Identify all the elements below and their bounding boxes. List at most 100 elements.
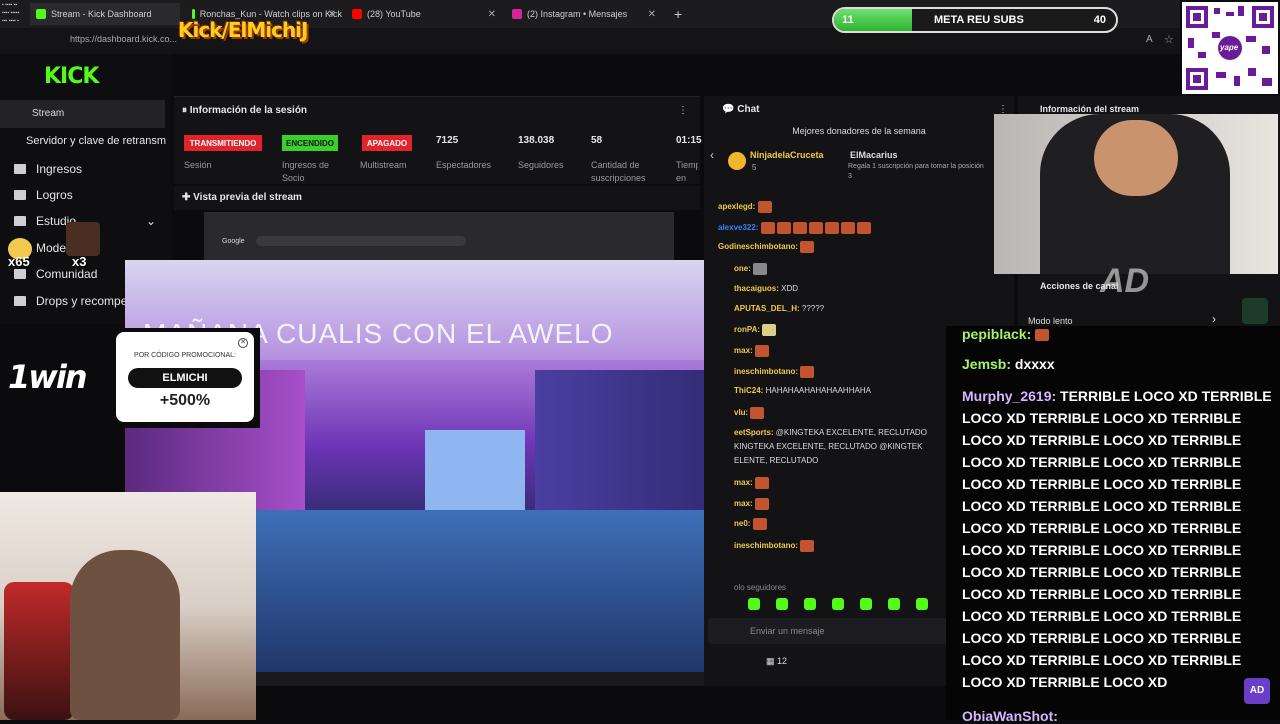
tab-youtube[interactable]: (28) YouTube ✕ [346, 3, 502, 25]
overlay-chat-line: ObiaWanShot: [962, 708, 1058, 724]
chevron-right-icon[interactable]: › [1212, 312, 1216, 326]
close-icon[interactable]: ✕ [488, 9, 496, 20]
subs-goal-label: META REU SUBS [934, 14, 1024, 26]
emote-icon[interactable] [832, 598, 844, 610]
instagram-icon [512, 9, 522, 19]
sidebar-item-ingresos[interactable]: Ingresos [14, 162, 82, 176]
emote-icon [776, 222, 791, 234]
emote-icon[interactable] [860, 598, 872, 610]
qr-caption: yape [1220, 43, 1239, 52]
sidebar-item-drops[interactable]: Drops y recompe [14, 294, 127, 308]
tab-instagram[interactable]: (2) Instagram • Mensajes ✕ [506, 3, 662, 25]
overlay-chat-line: Murphy_2619: TERRIBLE LOCO XD TERRIBLE [962, 388, 1272, 404]
emote-icon [753, 263, 768, 275]
status-label-socio: Ingresos de Socio [282, 160, 330, 183]
overlay-chat-line: LOCO XD TERRIBLE LOCO XD TERRIBLE [962, 608, 1242, 624]
preview-google-logo: Google [222, 238, 245, 245]
gift-icon [14, 296, 26, 306]
chat-line: ronPA: [734, 324, 778, 336]
trophy-icon [14, 190, 26, 200]
sidebar-item-stream-key[interactable]: Servidor y clave de retransm [26, 135, 166, 147]
streamer-webcam [0, 492, 256, 720]
overlay-chat-line: LOCO XD TERRIBLE LOCO XD TERRIBLE [962, 586, 1242, 602]
promo-bonus: +500% [159, 392, 211, 409]
overlay-chat-line: LOCO XD TERRIBLE LOCO XD TERRIBLE [962, 542, 1242, 558]
subs-goal-start: 11 [842, 14, 854, 26]
tab-kick-dashboard[interactable]: Stream - Kick Dashboard [30, 3, 180, 25]
overlay-chat-line: Jemsb: dxxxx [962, 356, 1055, 372]
chat-line: ne0: [734, 518, 769, 530]
preview-browser-frame: Google [204, 212, 674, 260]
emote-icon [760, 222, 775, 234]
donor-2-name: ElMacarius [850, 150, 898, 160]
sidebar-item-comunidad[interactable]: Comunidad [14, 267, 97, 281]
overlay-chat-line: LOCO XD TERRIBLE LOCO XD TERRIBLE [962, 564, 1242, 580]
emote-icon[interactable] [804, 598, 816, 610]
emote-icon [750, 407, 765, 419]
channel-actions-title: Acciones de canal [1040, 281, 1119, 291]
overlay-chat-line: LOCO XD TERRIBLE LOCO XD TERRIBLE [962, 454, 1242, 470]
chat-line: eetSports: @KINGTEKA EXCELENTE, RECLUTAD… [734, 428, 927, 437]
guest-face [1094, 120, 1178, 196]
chat-line: Godineschimbotano: [718, 241, 816, 253]
sidebar-item-logros[interactable]: Logros [14, 188, 73, 202]
emote-icon [1035, 329, 1050, 342]
stat-time-value: 01:15 [676, 135, 702, 146]
status-badge-session: TRANSMITIENDO [184, 135, 262, 151]
chevron-down-icon[interactable]: ⌄ [146, 214, 156, 228]
promo-code: ELMICHI [128, 368, 242, 388]
overlay-chat-line: LOCO XD TERRIBLE LOCO XD TERRIBLE [962, 630, 1242, 646]
youtube-icon [352, 9, 362, 19]
overlay-chat-line: LOCO XD TERRIBLE LOCO XD [962, 674, 1168, 690]
kick-icon [36, 9, 46, 19]
stat-subs-value: 58 [591, 135, 603, 146]
status-badge-multistream: APAGADO [362, 135, 412, 151]
stat-followers-label: Seguidores [518, 160, 564, 170]
channel-banner: Kick/ElMichiJ [178, 18, 308, 42]
emote-icon[interactable] [888, 598, 900, 610]
close-icon[interactable]: ✕ [648, 9, 656, 20]
gaming-chair [4, 582, 74, 720]
session-info-panel: ⏸ Información de la sesión ⋮ TRANSMITIEN… [174, 96, 702, 196]
preview-search-input [256, 236, 466, 246]
close-icon[interactable]: ✕ [328, 9, 336, 20]
status-label-multistream: Multistream [360, 160, 407, 170]
stream-info-title: Información del stream [1040, 104, 1140, 114]
bookmark-star-icon[interactable]: ☆ [1164, 33, 1174, 46]
overlay-chat-line: pepiblack: [962, 326, 1051, 342]
promo-brand: 1win [8, 358, 88, 396]
studio-icon [14, 216, 26, 226]
badge-count-a: x65 [8, 254, 30, 269]
chat-line: alexve322: [718, 222, 873, 234]
sidebar-item-stream[interactable]: Stream [32, 108, 64, 119]
subs-goal-bar: 11 META REU SUBS 40 [832, 7, 1118, 33]
emote-icon [856, 222, 871, 234]
chat-message-input[interactable] [708, 618, 948, 644]
more-menu-icon[interactable]: ⋮ [678, 105, 688, 116]
promo-caption: POR CÓDIGO PROMOCIONAL: [134, 352, 236, 359]
chevron-left-icon[interactable]: ‹ [710, 148, 714, 162]
overlay-chat-line: LOCO XD TERRIBLE LOCO XD TERRIBLE [962, 520, 1242, 536]
mini-chat-line: ▪▪▪▪ ▪▪▪▪▪ [2, 10, 20, 16]
overlay-chat-line: LOCO XD TERRIBLE LOCO XD TERRIBLE [962, 432, 1242, 448]
stat-viewers-label: Espectadores [436, 160, 492, 170]
translate-icon[interactable]: A [1146, 34, 1153, 45]
mini-chat-line: ▪▪▪ ▪▪▪▪ ▪ [2, 18, 19, 24]
stream-preview-title: ✚ Vista previa del stream [182, 192, 302, 203]
close-icon[interactable]: ✕ [238, 338, 248, 348]
ad-logo: AD [1244, 678, 1270, 704]
chat-bubble-icon[interactable] [1242, 298, 1268, 324]
url-text: https://dashboard.kick.co... [70, 34, 178, 44]
chat-line: ELENTE, RECLUTADO [734, 456, 819, 465]
emote-icon[interactable] [776, 598, 788, 610]
chat-line: ineschimbotano: [734, 366, 816, 378]
chat-line: max: [734, 498, 771, 510]
chat-followers-only: olo seguidores [734, 583, 787, 592]
emote-icon[interactable] [748, 598, 760, 610]
emote-icon[interactable] [916, 598, 928, 610]
emote-icon [762, 324, 777, 336]
chat-line: vlu: [734, 407, 766, 419]
donors-title: Mejores donadores de la semana [792, 126, 926, 136]
new-tab-button[interactable]: + [668, 3, 688, 25]
guest-webcam [994, 114, 1278, 274]
